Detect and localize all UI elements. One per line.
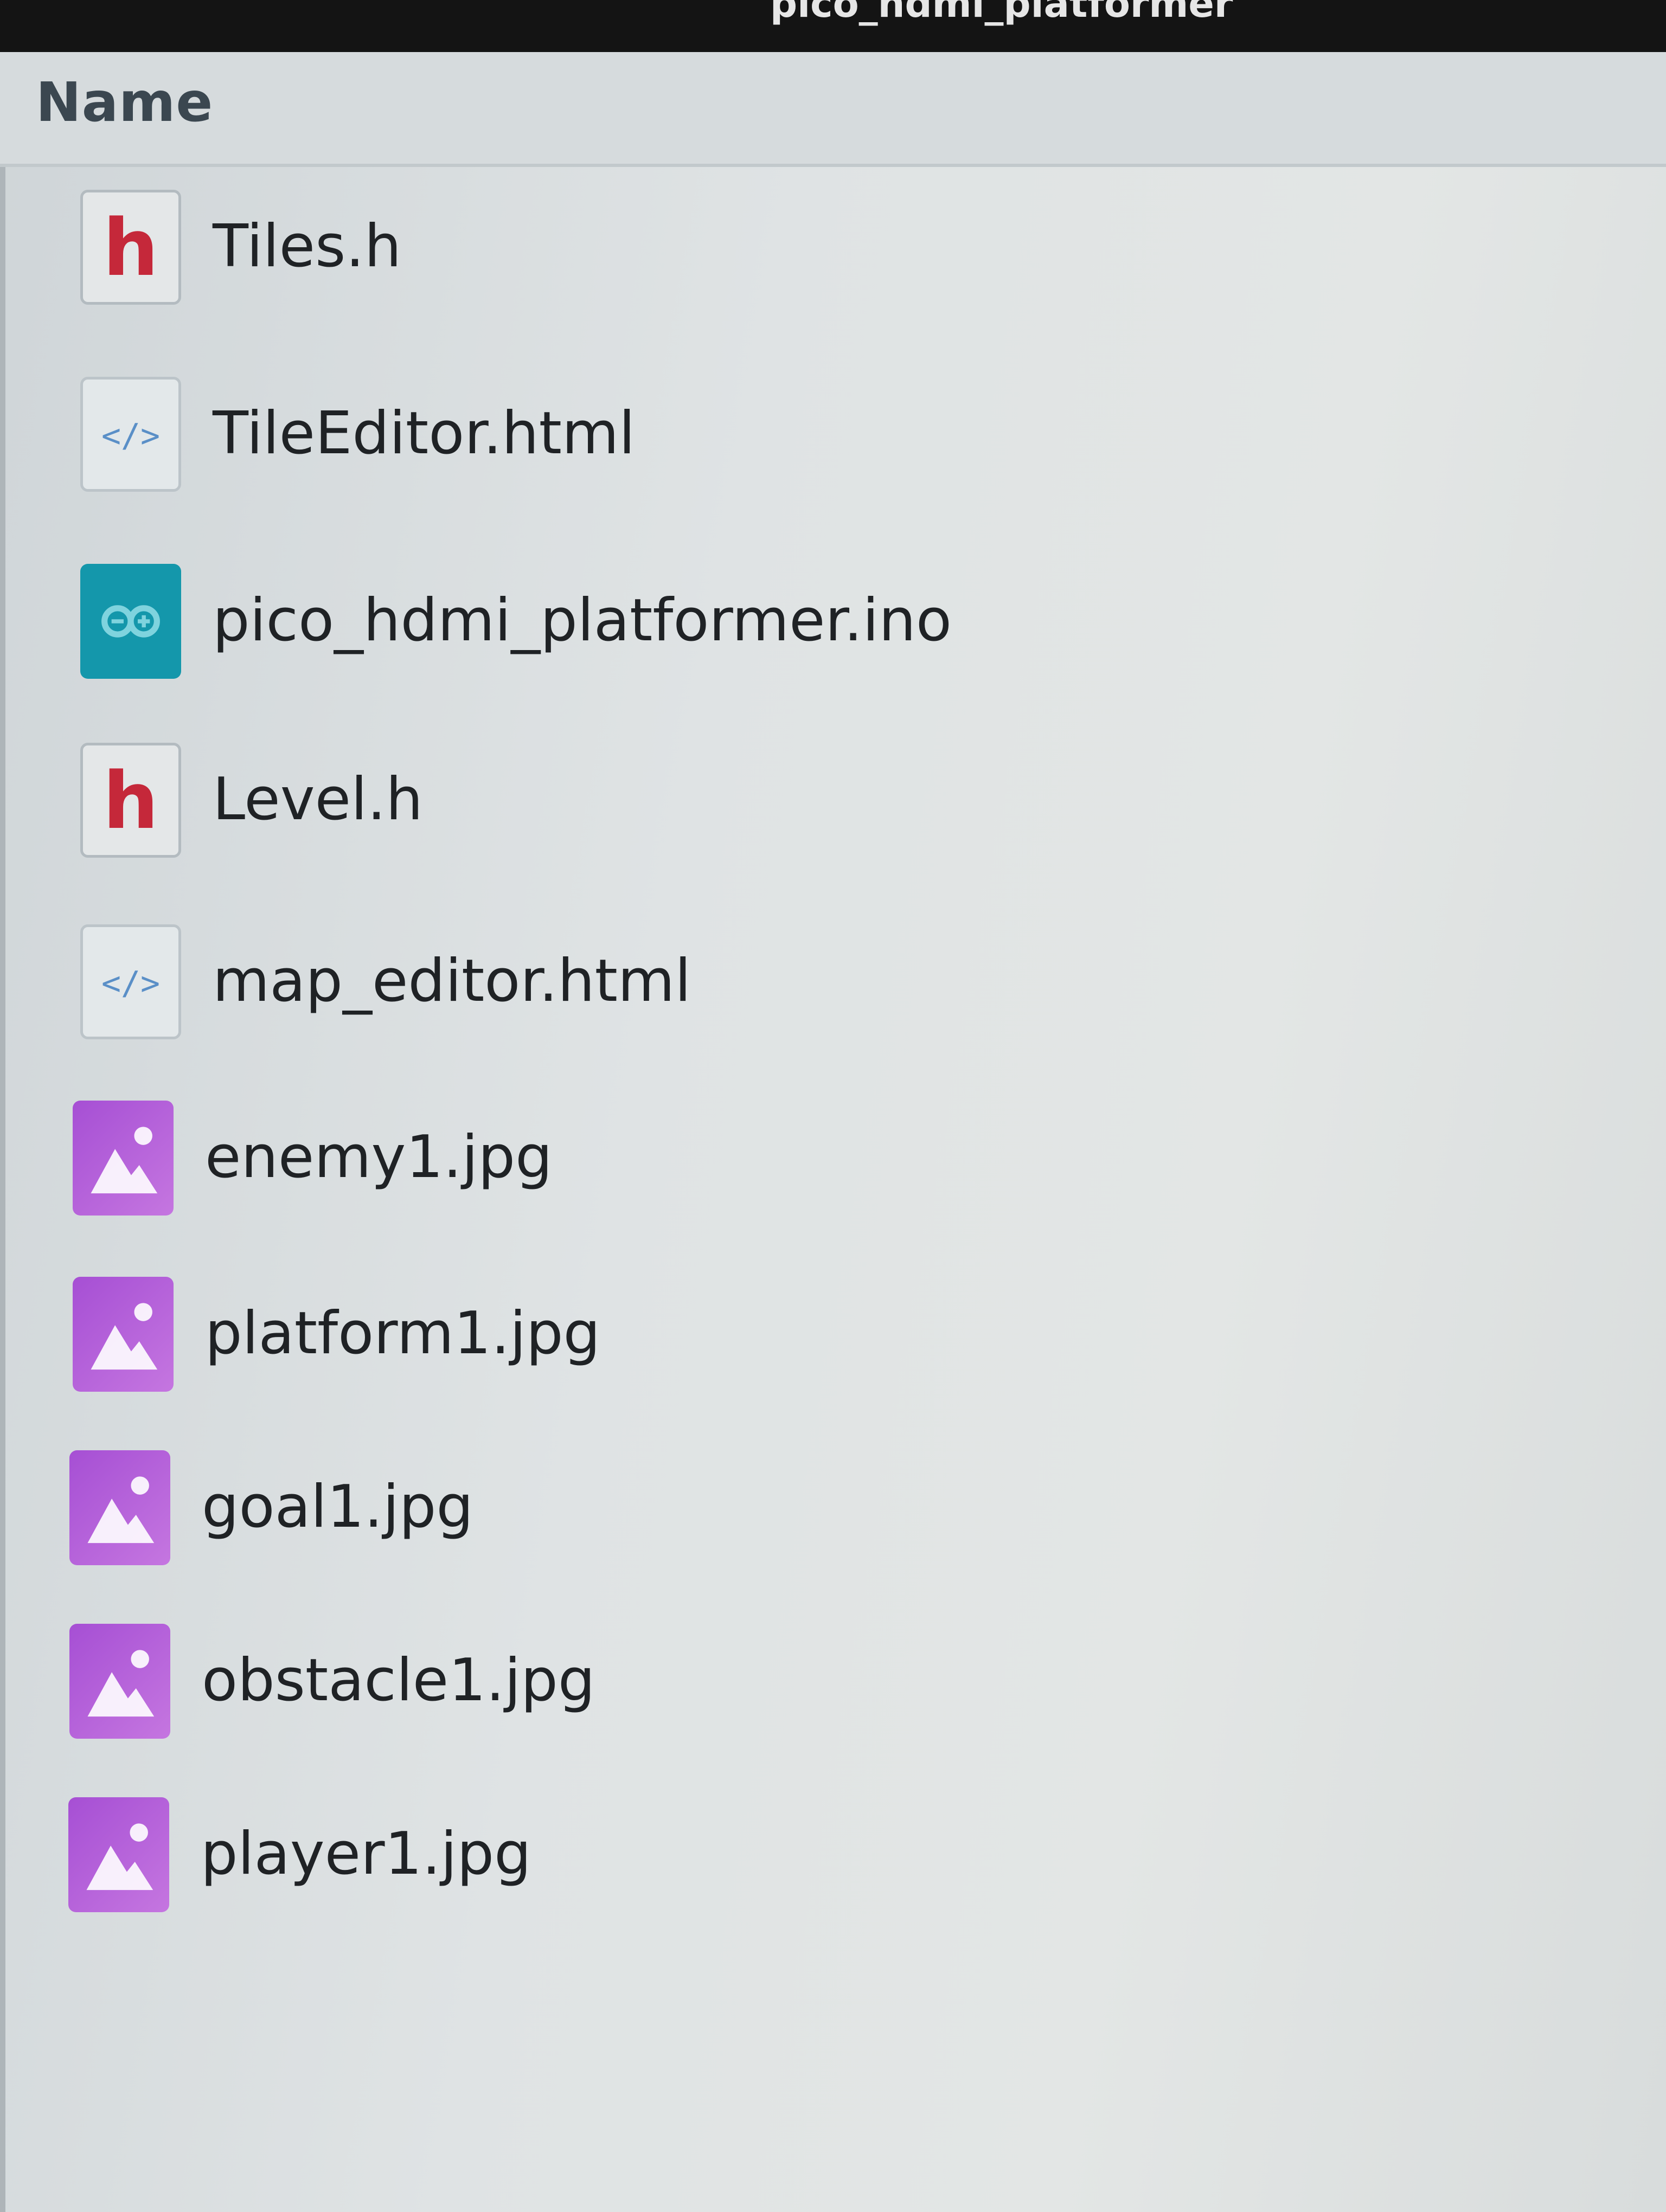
html-file-icon: </>: [80, 924, 181, 1039]
file-name: obstacle1.jpg: [202, 1647, 595, 1714]
column-header-label: Name: [36, 70, 214, 134]
file-name: Level.h: [213, 766, 423, 833]
file-row[interactable]: </> map_editor.html: [0, 911, 1666, 1052]
file-name: enemy1.jpg: [205, 1123, 553, 1191]
file-name: player1.jpg: [201, 1820, 531, 1888]
file-row[interactable]: platform1.jpg: [0, 1264, 1666, 1405]
file-row[interactable]: obstacle1.jpg: [0, 1611, 1666, 1752]
file-row[interactable]: </> TileEditor.html: [0, 364, 1666, 505]
file-row[interactable]: enemy1.jpg: [0, 1088, 1666, 1229]
file-row[interactable]: h Level.h: [0, 730, 1666, 871]
arduino-file-icon: [80, 564, 181, 679]
file-name: goal1.jpg: [202, 1473, 473, 1541]
c-header-file-icon: h: [80, 743, 181, 858]
html-file-icon: </>: [80, 377, 181, 492]
file-name: Tiles.h: [213, 213, 402, 280]
file-name: map_editor.html: [213, 947, 691, 1015]
c-header-file-icon: h: [80, 190, 181, 305]
image-file-icon: [69, 1624, 170, 1739]
file-row[interactable]: pico_hdmi_platformer.ino: [0, 551, 1666, 692]
svg-text:h: h: [103, 756, 159, 847]
file-name: platform1.jpg: [205, 1300, 601, 1367]
file-name: pico_hdmi_platformer.ino: [213, 587, 952, 654]
svg-text:</>: </>: [101, 417, 160, 455]
file-row[interactable]: player1.jpg: [0, 1784, 1666, 1925]
image-file-icon: [73, 1101, 174, 1216]
svg-text:</>: </>: [101, 964, 160, 1002]
file-row[interactable]: h Tiles.h: [0, 177, 1666, 318]
image-file-icon: [68, 1797, 169, 1912]
svg-text:h: h: [103, 203, 159, 294]
image-file-icon: [69, 1450, 170, 1565]
file-list-pane: Name h Tiles.h </> TileEditor.html pico_hdmi…: [0, 52, 1666, 2212]
column-header-name[interactable]: Name: [0, 52, 1666, 167]
file-name: TileEditor.html: [213, 400, 636, 467]
image-file-icon: [73, 1277, 174, 1392]
window-title: pico_hdmi_platformer: [770, 0, 1233, 26]
file-row[interactable]: goal1.jpg: [0, 1437, 1666, 1578]
